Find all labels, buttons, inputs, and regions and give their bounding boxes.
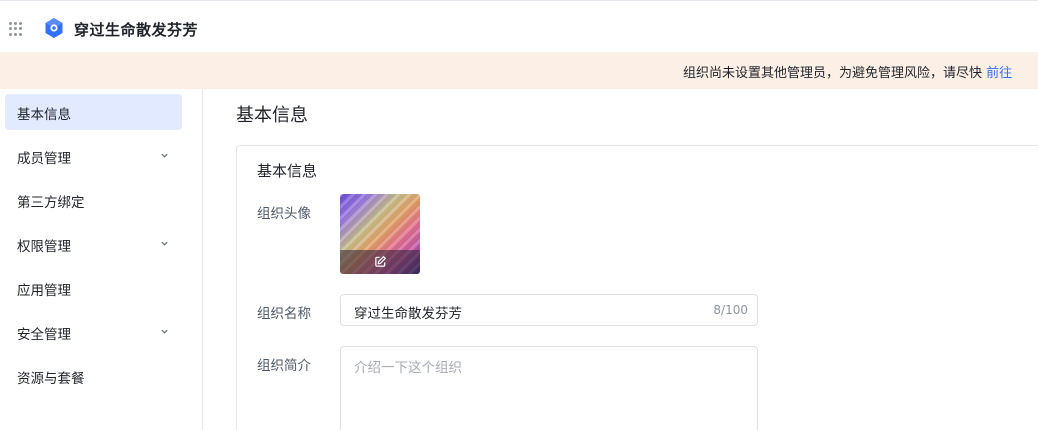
organization-name-input[interactable]: 穿过生命散发芬芳 8/100 (340, 294, 758, 326)
name-label: 组织名称 (257, 306, 311, 322)
admin-warning-banner: 组织尚未设置其他管理员，为避免管理风险，请尽快 前往 (0, 52, 1038, 89)
chevron-down-icon (161, 153, 168, 158)
sidebar-item-label: 权限管理 (17, 239, 71, 255)
app-title: 穿过生命散发芬芳 (74, 21, 199, 39)
card-title: 基本信息 (257, 162, 318, 180)
sidebar-item-label: 成员管理 (17, 151, 71, 167)
page-title: 基本信息 (236, 105, 308, 126)
organization-intro-textarea[interactable]: 介绍一下这个组织 (340, 346, 758, 430)
banner-link[interactable]: 前往 (986, 66, 1012, 81)
chevron-down-icon (161, 241, 168, 246)
sidebar-item-security[interactable]: 安全管理 (5, 314, 182, 350)
character-count: 8/100 (713, 303, 748, 317)
sidebar-item-label: 第三方绑定 (17, 195, 85, 211)
organization-avatar[interactable] (340, 194, 420, 274)
sidebar-item-apps[interactable]: 应用管理 (5, 270, 182, 306)
chevron-down-icon (161, 329, 168, 334)
sidebar-item-basic-info[interactable]: 基本信息 (5, 94, 182, 130)
intro-placeholder: 介绍一下这个组织 (354, 360, 462, 376)
intro-label: 组织简介 (257, 358, 311, 374)
edit-icon[interactable] (374, 255, 387, 268)
sidebar-item-members[interactable]: 成员管理 (5, 138, 182, 174)
sidebar: 基本信息 成员管理 第三方绑定 权限管理 应用管理 安全管理 资源与套餐 (0, 89, 203, 430)
avatar-edit-overlay[interactable] (340, 250, 420, 274)
sidebar-item-permissions[interactable]: 权限管理 (5, 226, 182, 262)
sidebar-item-label: 安全管理 (17, 327, 71, 343)
avatar-label: 组织头像 (257, 206, 311, 222)
top-bar: 穿过生命散发芬芳 (0, 0, 1038, 52)
main-content: 基本信息 基本信息 组织头像 组织名称 穿过生命散发芬芳 8/100 组织简介 … (204, 89, 1038, 430)
sidebar-item-third-party[interactable]: 第三方绑定 (5, 182, 182, 218)
sidebar-item-label: 资源与套餐 (17, 371, 85, 387)
sidebar-item-resources[interactable]: 资源与套餐 (5, 358, 182, 394)
sidebar-item-label: 基本信息 (17, 107, 71, 123)
sidebar-item-label: 应用管理 (17, 283, 71, 299)
basic-info-card: 基本信息 组织头像 组织名称 穿过生命散发芬芳 8/100 组织简介 介绍一下这… (236, 145, 1038, 430)
banner-text: 组织尚未设置其他管理员，为避免管理风险，请尽快 (683, 66, 987, 81)
app-grid-icon[interactable] (9, 22, 23, 36)
banner-message: 组织尚未设置其他管理员，为避免管理风险，请尽快 前往 (683, 62, 1012, 81)
organization-name-value: 穿过生命散发芬芳 (354, 306, 462, 322)
logo-icon (45, 18, 63, 38)
